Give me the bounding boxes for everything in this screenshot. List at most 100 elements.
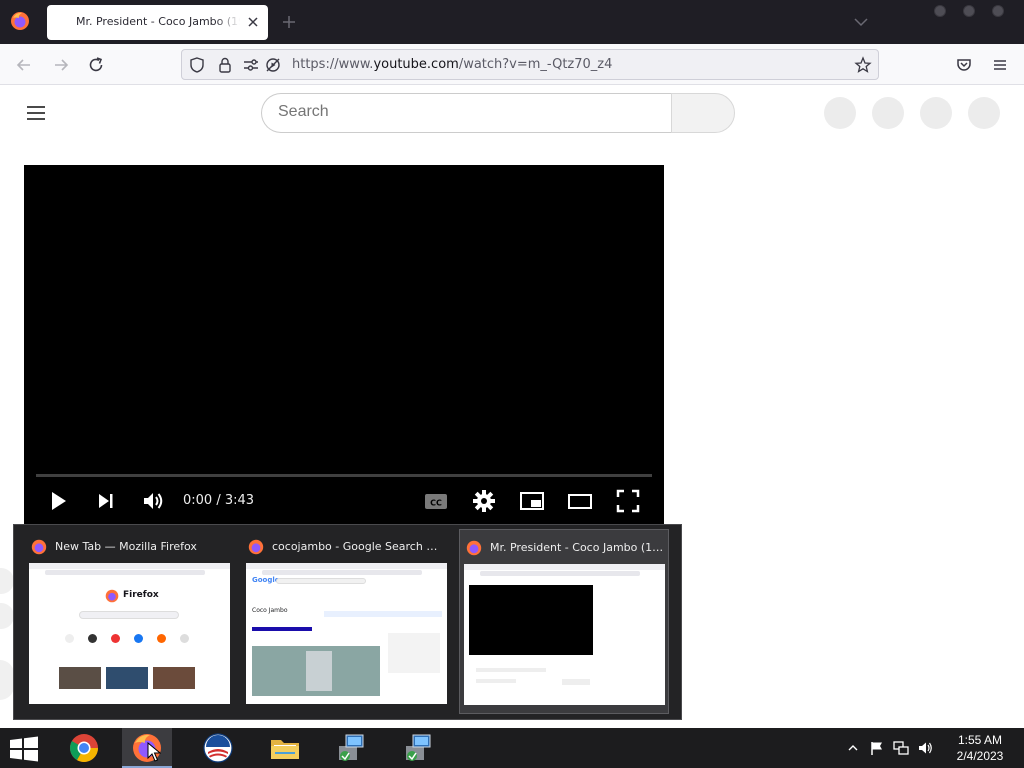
obama-logo-icon xyxy=(203,733,233,763)
time-display: 0:00 / 3:43 xyxy=(183,493,254,508)
setup-installer-icon xyxy=(406,734,431,761)
header-icon-placeholder[interactable] xyxy=(824,97,856,129)
firefox-logo-icon xyxy=(105,589,119,603)
mini-link xyxy=(252,627,312,631)
fullscreen-icon[interactable] xyxy=(614,487,642,515)
minimize-window-button[interactable] xyxy=(934,5,946,17)
taskbar-installer-2[interactable] xyxy=(393,728,443,768)
mini-button-placeholder xyxy=(562,679,590,685)
mini-video-player xyxy=(469,585,593,655)
duration: 3:43 xyxy=(224,493,255,508)
search-input[interactable] xyxy=(278,103,658,121)
firefox-icon xyxy=(466,540,482,556)
current-time: 0:00 xyxy=(183,493,213,508)
header-icon-placeholder[interactable] xyxy=(872,97,904,129)
thumbnail-youtube[interactable]: Mr. President - Coco Jambo (1996) - YouT… xyxy=(459,529,669,714)
miniplayer-icon[interactable] xyxy=(518,487,546,515)
taskbar-app-logo[interactable] xyxy=(193,728,243,768)
thumbnail-google-search[interactable]: cocojambo - Google Search — Mozilla Fire… xyxy=(242,529,452,714)
mini-chips xyxy=(324,611,442,617)
firefox-icon xyxy=(31,539,47,555)
maximize-window-button[interactable] xyxy=(963,5,975,17)
thumbnail-preview: Firefox xyxy=(29,563,230,704)
navigation-toolbar: https://www.youtube.com/watch?v=m_-Qtz70… xyxy=(0,44,1024,85)
subtitles-icon[interactable]: CC xyxy=(422,487,450,515)
video-player[interactable]: 0:00 / 3:43 CC xyxy=(24,165,664,525)
mini-urlbar xyxy=(262,570,422,575)
setup-installer-icon xyxy=(339,734,364,761)
time-separator: / xyxy=(212,493,225,508)
active-tab[interactable]: Mr. President - Coco Jambo (1996) xyxy=(47,5,268,40)
hamburger-menu-icon[interactable] xyxy=(989,54,1011,76)
settings-gear-icon[interactable] xyxy=(470,487,498,515)
tab-title: Mr. President - Coco Jambo (1996) xyxy=(76,15,240,28)
site-permissions-icon[interactable] xyxy=(242,56,260,74)
search-box xyxy=(261,93,672,133)
mini-heading: Coco Jambo xyxy=(252,607,288,614)
show-hidden-icons-chevron-icon[interactable] xyxy=(845,740,861,756)
action-center-flag-icon[interactable] xyxy=(869,740,885,756)
header-icon-placeholder[interactable] xyxy=(920,97,952,129)
thumbnail-new-tab[interactable]: New Tab — Mozilla Firefox Firefox xyxy=(25,529,235,714)
mini-firefox-wordmark: Firefox xyxy=(123,590,159,600)
chrome-icon xyxy=(70,734,98,762)
thumbnail-title: cocojambo - Google Search — Mozilla Fire… xyxy=(272,540,447,553)
url-bar[interactable]: https://www.youtube.com/watch?v=m_-Qtz70… xyxy=(181,49,879,80)
pocket-icon[interactable] xyxy=(953,54,975,76)
svg-text:CC: CC xyxy=(430,499,442,508)
url-path: /watch?v=m_-Qtz70_z4 xyxy=(458,57,613,72)
placeholder-shape xyxy=(0,660,14,700)
mini-shortcut xyxy=(157,634,166,643)
lock-icon[interactable] xyxy=(216,56,234,74)
mini-search xyxy=(79,611,179,619)
volume-icon[interactable] xyxy=(139,487,167,515)
clock-date: 2/4/2023 xyxy=(956,749,1004,763)
placeholder-shape xyxy=(0,568,14,594)
autoplay-blocked-icon[interactable] xyxy=(264,56,282,74)
chevron-down-icon[interactable] xyxy=(852,14,870,30)
url-text[interactable]: https://www.youtube.com/watch?v=m_-Qtz70… xyxy=(292,57,612,72)
taskbar-firefox[interactable] xyxy=(122,728,172,768)
windows-taskbar: 1:55 AM 2/4/2023 xyxy=(0,728,1024,768)
mini-shortcut xyxy=(180,634,189,643)
mini-title-placeholder xyxy=(476,668,546,672)
mini-shortcut xyxy=(111,634,120,643)
network-icon[interactable] xyxy=(893,740,909,756)
windows-start-icon[interactable] xyxy=(8,736,40,762)
mini-urlbar xyxy=(480,571,640,576)
mini-knowledge-panel xyxy=(388,633,440,673)
theater-mode-icon[interactable] xyxy=(566,487,594,515)
mini-tabbar xyxy=(464,564,665,570)
tab-strip: Mr. President - Coco Jambo (1996) xyxy=(0,0,1024,44)
forward-arrow-icon[interactable] xyxy=(50,54,72,76)
new-tab-plus-icon[interactable] xyxy=(280,13,298,31)
play-icon[interactable] xyxy=(44,487,72,515)
search-button[interactable] xyxy=(671,93,735,133)
avatar-placeholder[interactable] xyxy=(968,97,1000,129)
taskbar-chrome[interactable] xyxy=(59,728,109,768)
url-host: youtube.com xyxy=(373,57,459,72)
close-window-button[interactable] xyxy=(992,5,1004,17)
mini-story xyxy=(59,667,101,689)
thumbnail-preview: Google Coco Jambo xyxy=(246,563,447,704)
folder-icon xyxy=(271,740,299,759)
tracking-shield-icon[interactable] xyxy=(188,56,206,74)
firefox-icon[interactable] xyxy=(10,11,30,31)
next-icon[interactable] xyxy=(92,487,120,515)
close-tab-icon[interactable] xyxy=(244,13,262,31)
mini-video-person xyxy=(306,651,332,691)
taskbar-file-explorer[interactable] xyxy=(260,728,310,768)
back-arrow-icon[interactable] xyxy=(13,54,35,76)
mini-title-placeholder xyxy=(476,679,516,683)
thumbnail-title: New Tab — Mozilla Firefox xyxy=(55,540,197,553)
thumbnail-preview xyxy=(464,564,665,705)
progress-bar[interactable] xyxy=(36,474,652,477)
guide-menu-icon[interactable] xyxy=(24,101,48,125)
bookmark-star-icon[interactable] xyxy=(854,56,872,74)
system-clock[interactable]: 1:55 AM 2/4/2023 xyxy=(945,732,1015,764)
taskbar-installer-1[interactable] xyxy=(326,728,376,768)
reload-icon[interactable] xyxy=(85,54,107,76)
clock-time: 1:55 AM xyxy=(957,733,1003,747)
mini-story xyxy=(106,667,148,689)
volume-icon[interactable] xyxy=(917,740,933,756)
